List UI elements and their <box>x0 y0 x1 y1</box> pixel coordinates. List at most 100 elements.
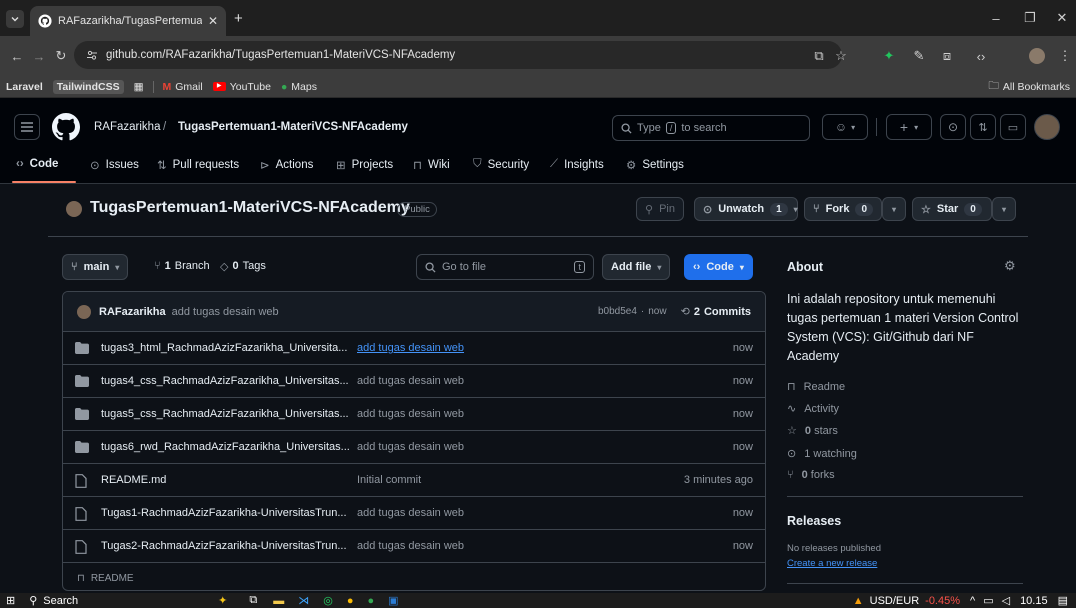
extensions-puzzle-icon[interactable]: ⧈ <box>938 47 956 65</box>
repo-title[interactable]: TugasPertemuan1-MateriVCS-NFAcademy <box>90 199 410 217</box>
restore-window-button[interactable]: ❐ <box>1020 8 1040 28</box>
star-options-button[interactable]: ▾ <box>992 197 1016 221</box>
stars-link[interactable]: ☆ 0 stars <box>787 424 838 438</box>
branch-selector[interactable]: ⑂ main ▾ <box>62 254 129 280</box>
fork-options-button[interactable]: ▾ <box>882 197 906 221</box>
tray-network-icon[interactable]: ▭ <box>983 594 993 607</box>
table-row[interactable]: tugas6_rwd_RachmadAzizFazarikha_Universi… <box>63 431 765 464</box>
file-commit-message[interactable]: add tugas desain web <box>357 342 464 354</box>
tray-chevron-icon[interactable]: ^ <box>970 595 975 607</box>
tab-search-button[interactable] <box>6 10 24 28</box>
file-name[interactable]: tugas4_css_RachmadAzizFazarikha_Universi… <box>101 375 349 387</box>
bookmark-maps[interactable]: ● Maps <box>276 81 322 93</box>
tab-code[interactable]: ‹› Code <box>16 158 58 170</box>
tab-wiki[interactable]: ⊓ Wiki <box>413 158 450 172</box>
file-explorer-icon[interactable]: ▬ <box>273 595 284 607</box>
file-commit-message[interactable]: add tugas desain web <box>357 507 464 519</box>
taskbar-search-box[interactable]: Search <box>43 595 78 607</box>
copilot-taskbar-icon[interactable]: ✦ <box>218 594 227 607</box>
activity-link[interactable]: ∿ Activity <box>787 402 839 416</box>
vscode-icon[interactable]: ⋊ <box>298 594 309 607</box>
reload-icon[interactable]: ↻ <box>52 47 70 65</box>
table-row[interactable]: README.md Initial commit 3 minutes ago <box>63 464 765 497</box>
fork-button[interactable]: ⑂ Fork 0 <box>804 197 882 221</box>
task-view-icon[interactable]: ⧉ <box>249 594 257 607</box>
pull-requests-button[interactable]: ⇅ <box>970 114 996 140</box>
user-avatar[interactable] <box>1034 114 1060 140</box>
code-dropdown-button[interactable]: ‹› Code ▾ <box>684 254 753 280</box>
table-row[interactable]: Tugas1-RachmadAzizFazarikha-UniversitasT… <box>63 497 765 530</box>
file-name[interactable]: tugas5_css_RachmadAzizFazarikha_Universi… <box>101 408 349 420</box>
go-to-file-input[interactable]: Go to file t <box>416 254 594 280</box>
global-search-input[interactable]: Type / to search <box>612 115 810 141</box>
devtools-icon[interactable]: ‹› <box>972 47 990 65</box>
site-info-icon[interactable] <box>86 49 98 61</box>
chrome-dev-icon[interactable]: ● <box>367 595 374 607</box>
browser-menu-icon[interactable]: ⋮ <box>1056 47 1074 65</box>
tab-projects[interactable]: ⊞ Projects <box>336 158 393 172</box>
new-tab-button[interactable]: + <box>234 10 243 27</box>
bookmark-gmail[interactable]: M Gmail <box>158 81 208 93</box>
hamburger-menu-button[interactable] <box>14 114 40 140</box>
issues-button[interactable]: ⊙ <box>940 114 966 140</box>
file-commit-message[interactable]: add tugas desain web <box>357 375 464 387</box>
close-tab-icon[interactable]: ✕ <box>208 14 218 28</box>
file-name[interactable]: tugas3_html_RachmadAzizFazarikha_Univers… <box>101 342 347 354</box>
tab-settings[interactable]: ⚙ Settings <box>626 158 684 172</box>
back-arrow-icon[interactable]: ← <box>8 47 26 65</box>
browser-tab-active[interactable]: RAFazarikha/TugasPertemuan1 ✕ <box>30 6 226 36</box>
star-button[interactable]: ☆ Star 0 <box>912 197 992 221</box>
bookmark-youtube[interactable]: ▶ YouTube <box>208 81 276 93</box>
bookmark-laravel[interactable]: Laravel <box>0 81 48 93</box>
repo-owner-link[interactable]: RAFazarikha <box>94 121 160 133</box>
close-window-button[interactable]: ✕ <box>1052 8 1072 28</box>
apps-grid-icon[interactable]: ▦ <box>129 81 149 93</box>
profile-avatar-icon[interactable] <box>1028 47 1046 65</box>
forward-arrow-icon[interactable]: → <box>30 47 48 65</box>
commits-link[interactable]: ⟲ 2 Commits <box>681 305 751 319</box>
taskbar-clock[interactable]: 10.15 <box>1020 595 1048 607</box>
table-row[interactable]: tugas3_html_RachmadAzizFazarikha_Univers… <box>63 332 765 365</box>
file-commit-message[interactable]: add tugas desain web <box>357 408 464 420</box>
forks-link[interactable]: ⑂ 0 forks <box>787 469 835 481</box>
watching-link[interactable]: ⊙ 1 watching <box>787 447 857 461</box>
all-bookmarks[interactable]: 🗀 All Bookmarks <box>983 78 1076 96</box>
whatsapp-icon[interactable]: ◎ <box>323 594 333 607</box>
table-row[interactable]: Tugas2-RachmadAzizFazarikha-UniversitasT… <box>63 530 765 563</box>
table-row[interactable]: tugas5_css_RachmadAzizFazarikha_Universi… <box>63 398 765 431</box>
file-name[interactable]: Tugas1-RachmadAzizFazarikha-UniversitasT… <box>101 507 347 519</box>
table-row[interactable]: tugas4_css_RachmadAzizFazarikha_Universi… <box>63 365 765 398</box>
tags-link[interactable]: ◇ 0 Tags <box>220 260 266 273</box>
chrome-icon[interactable]: ● <box>347 595 354 607</box>
word-icon[interactable]: ▣ <box>388 594 398 607</box>
file-name[interactable]: Tugas2-RachmadAzizFazarikha-UniversitasT… <box>101 540 347 552</box>
extension-green-icon[interactable]: ✦ <box>880 47 898 65</box>
bookmark-tailwindcss[interactable]: TailwindCSS <box>48 79 129 94</box>
minimize-window-button[interactable]: – <box>986 8 1006 28</box>
install-app-icon[interactable]: ⧉ <box>810 47 828 65</box>
releases-heading[interactable]: Releases <box>787 514 841 528</box>
repo-name-link[interactable]: TugasPertemuan1-MateriVCS-NFAcademy <box>178 121 408 133</box>
address-bar[interactable]: github.com/RAFazarikha/TugasPertemuan1-M… <box>74 41 842 69</box>
commit-message[interactable]: add tugas desain web <box>172 306 279 318</box>
bookmark-star-icon[interactable]: ☆ <box>832 47 850 65</box>
file-commit-message[interactable]: add tugas desain web <box>357 441 464 453</box>
file-commit-message[interactable]: add tugas desain web <box>357 540 464 552</box>
commit-author[interactable]: RAFazarikha <box>99 306 166 318</box>
tab-insights[interactable]: ⟋ Insights <box>550 158 604 171</box>
tab-pull-requests[interactable]: ⇅ Pull requests <box>157 158 239 172</box>
tab-security[interactable]: ⛉ Security <box>473 158 529 171</box>
pin-button[interactable]: ⚲ Pin <box>636 197 684 221</box>
file-name[interactable]: README.md <box>101 474 166 486</box>
file-name[interactable]: tugas6_rwd_RachmadAzizFazarikha_Universi… <box>101 441 350 453</box>
file-commit-message[interactable]: Initial commit <box>357 474 421 486</box>
notification-icon[interactable]: ▤ <box>1058 594 1068 607</box>
tab-issues[interactable]: ⊙ Issues <box>90 158 139 172</box>
add-file-button[interactable]: Add file ▾ <box>602 254 671 280</box>
github-logo-icon[interactable] <box>52 113 80 141</box>
commit-hash[interactable]: b0bd5e4 <box>598 306 637 317</box>
create-release-link[interactable]: Create a new release <box>787 558 877 569</box>
windows-start-icon[interactable]: ⊞ <box>6 594 15 607</box>
branches-link[interactable]: ⑂ 1 Branch <box>154 260 210 272</box>
eyedropper-icon[interactable]: ✎ <box>910 47 928 65</box>
